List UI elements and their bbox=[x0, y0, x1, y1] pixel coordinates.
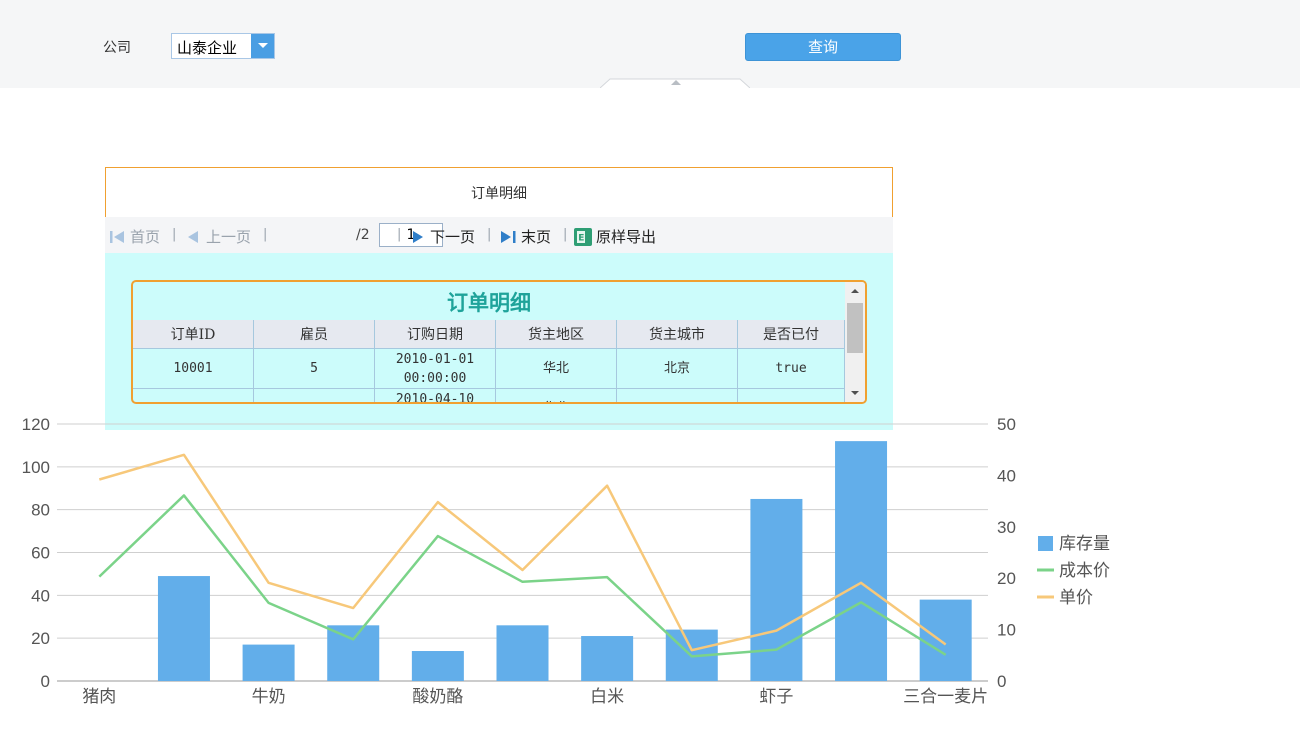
legend-swatch bbox=[1038, 536, 1053, 551]
company-label: 公司 bbox=[103, 40, 131, 56]
first-page-button[interactable]: 首页 bbox=[109, 226, 160, 247]
next-page-button[interactable]: 下一页 bbox=[411, 226, 475, 247]
query-button[interactable]: 查询 bbox=[745, 33, 901, 61]
page-total: /2 bbox=[356, 227, 370, 243]
bar bbox=[496, 625, 549, 681]
last-page-icon bbox=[501, 230, 516, 243]
column-header: 货主城市 bbox=[617, 320, 738, 349]
y-left-tick-label: 80 bbox=[31, 501, 50, 520]
last-page-label: 末页 bbox=[521, 228, 552, 246]
y-left-tick-label: 60 bbox=[31, 544, 50, 563]
column-header: 订单ID bbox=[133, 320, 254, 349]
first-page-icon bbox=[110, 230, 124, 243]
report-title: 订单明细 bbox=[471, 186, 527, 202]
y-right-tick-label: 0 bbox=[997, 672, 1006, 691]
x-tick-label: 酸奶酪 bbox=[412, 687, 463, 706]
collapse-toggle[interactable] bbox=[600, 78, 750, 88]
export-button[interactable]: E 原样导出 bbox=[573, 226, 656, 247]
table-row: 10001 5 2010-01-01 00:00:00 华北 北京 true bbox=[133, 349, 845, 389]
bar bbox=[835, 441, 888, 681]
column-header: 货主地区 bbox=[496, 320, 617, 349]
order-table-panel: 订单明细 订单ID 雇员 订购日期 货主地区 货主城市 是否已付 10001 5… bbox=[131, 280, 867, 404]
bar bbox=[411, 651, 464, 681]
table-cell: true bbox=[738, 349, 845, 389]
prev-page-label: 上一页 bbox=[206, 228, 252, 246]
x-tick-label: 虾子 bbox=[759, 687, 793, 706]
column-header: 是否已付 bbox=[738, 320, 845, 349]
next-page-label: 下一页 bbox=[430, 228, 476, 246]
chevron-down-icon[interactable] bbox=[251, 34, 274, 58]
bar bbox=[157, 576, 210, 681]
scroll-thumb[interactable] bbox=[847, 303, 863, 353]
pager-divider: | bbox=[172, 227, 177, 242]
report-title-box: 订单明细 bbox=[105, 167, 893, 217]
bar bbox=[581, 636, 634, 681]
table-header-row: 订单ID 雇员 订购日期 货主地区 货主城市 是否已付 bbox=[133, 320, 845, 349]
company-select[interactable]: 山泰企业 bbox=[171, 33, 275, 59]
pager-divider: | bbox=[563, 227, 568, 242]
y-left-tick-label: 20 bbox=[31, 629, 50, 648]
scroll-up-icon[interactable] bbox=[845, 282, 865, 300]
table-cell: 华北 bbox=[496, 349, 617, 389]
svg-text:E: E bbox=[578, 233, 584, 243]
inventory-price-chart: 0 20 40 60 80 100 120 0 10 20 30 40 50 猪肉 牛奶 酸奶酪 白米 虾子 三合一… bbox=[22, 415, 1110, 706]
legend-label: 库存量 bbox=[1059, 534, 1110, 553]
first-page-label: 首页 bbox=[130, 228, 161, 246]
table-cell: 5 bbox=[254, 349, 375, 389]
y-left-tick-label: 120 bbox=[22, 415, 50, 434]
y-left-tick-label: 40 bbox=[31, 586, 50, 605]
prev-page-icon bbox=[188, 230, 198, 243]
x-tick-label: 白米 bbox=[590, 687, 624, 706]
legend-label: 成本价 bbox=[1059, 561, 1110, 580]
y-right-tick-label: 30 bbox=[997, 518, 1016, 537]
column-header: 雇员 bbox=[254, 320, 375, 349]
x-tick-label: 牛奶 bbox=[252, 687, 286, 706]
table-heading: 订单明细 bbox=[447, 290, 531, 315]
table-cell: 10001 bbox=[133, 349, 254, 389]
pager-divider: | bbox=[397, 227, 402, 242]
bar bbox=[242, 644, 295, 681]
table-cell: 北京 bbox=[617, 349, 738, 389]
y-right-tick-label: 50 bbox=[997, 415, 1016, 434]
y-right-tick-label: 40 bbox=[997, 466, 1016, 485]
last-page-button[interactable]: 末页 bbox=[500, 226, 551, 247]
y-left-tick-label: 100 bbox=[22, 458, 50, 477]
y-right-tick-label: 20 bbox=[997, 569, 1016, 588]
export-label: 原样导出 bbox=[596, 228, 657, 246]
pager-toolbar: 首页 | 上一页 | 1 /2 | 下一页 | 末页 | E 原样导出 bbox=[105, 217, 893, 253]
x-tick-label: 三合一麦片 bbox=[903, 687, 988, 706]
excel-export-icon: E bbox=[574, 227, 592, 246]
pager-divider: | bbox=[263, 227, 268, 242]
bar bbox=[327, 625, 380, 681]
order-table: 订单ID 雇员 订购日期 货主地区 货主城市 是否已付 10001 5 2010… bbox=[133, 320, 845, 402]
x-tick-label: 猪肉 bbox=[82, 687, 116, 706]
legend-label: 单价 bbox=[1059, 588, 1093, 607]
table-cell: 2010-01-01 00:00:00 bbox=[375, 349, 496, 389]
company-select-value: 山泰企业 bbox=[177, 39, 238, 57]
filter-bar: 公司 山泰企业 查询 bbox=[0, 0, 1300, 88]
table-scrollbar[interactable] bbox=[845, 282, 865, 402]
bar bbox=[919, 599, 972, 681]
pager-divider: | bbox=[487, 227, 492, 242]
next-page-icon bbox=[413, 230, 423, 243]
y-right-tick-label: 10 bbox=[997, 621, 1016, 640]
bar bbox=[750, 498, 803, 681]
column-header: 订购日期 bbox=[375, 320, 496, 349]
y-left-tick-label: 0 bbox=[41, 672, 50, 691]
prev-page-button[interactable]: 上一页 bbox=[187, 226, 251, 247]
